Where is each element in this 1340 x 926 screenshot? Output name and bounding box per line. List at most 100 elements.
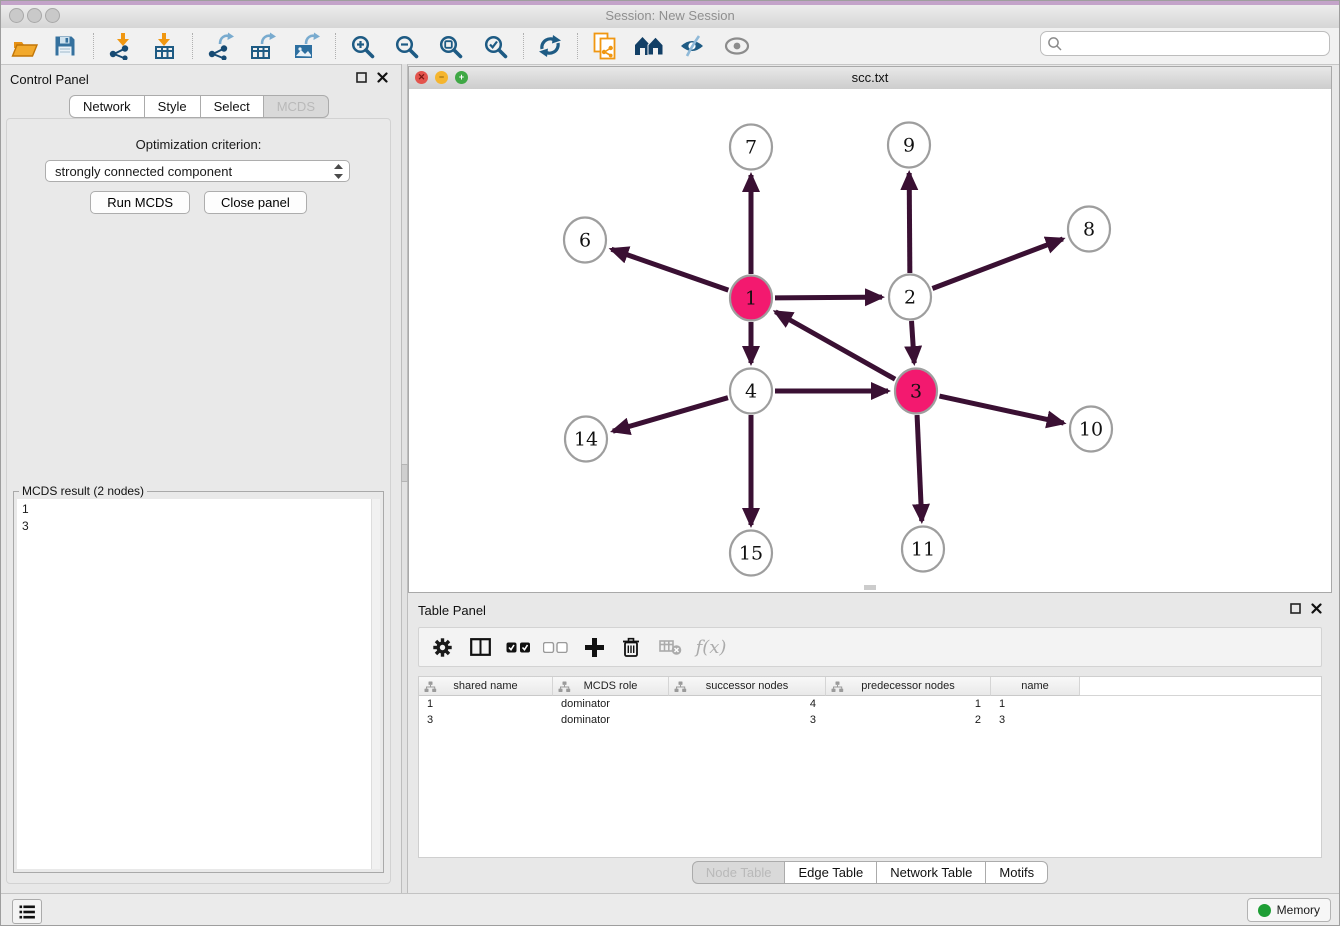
table-cell[interactable]: 2 <box>826 712 991 728</box>
zoom-selected-icon[interactable] <box>479 30 511 62</box>
table-cell[interactable]: 3 <box>419 712 553 728</box>
edge-2-3[interactable] <box>912 321 915 363</box>
export-image-icon[interactable] <box>291 30 323 62</box>
edge-4-14[interactable] <box>613 398 728 431</box>
tab-motifs[interactable]: Motifs <box>986 861 1048 884</box>
toolbar-separator <box>192 33 193 59</box>
node-label-9: 9 <box>903 135 915 157</box>
criterion-value: strongly connected component <box>55 164 334 179</box>
main-toolbar <box>0 28 1340 65</box>
table-cell[interactable]: 1 <box>991 696 1080 712</box>
table-row[interactable]: 3dominator323 <box>419 712 1321 728</box>
import-table-icon[interactable] <box>150 30 182 62</box>
node-table[interactable]: shared nameMCDS rolesuccessor nodesprede… <box>418 676 1322 858</box>
edge-3-11[interactable] <box>917 415 922 521</box>
delete-table-icon[interactable] <box>655 628 685 666</box>
network-canvas[interactable]: 1234678910111415 <box>409 89 1331 592</box>
column-header-name[interactable]: name <box>991 677 1080 696</box>
result-scrollbar[interactable] <box>371 499 380 869</box>
node-label-8: 8 <box>1083 219 1095 241</box>
table-toolbar: f(x) <box>418 627 1322 667</box>
tab-edge-table[interactable]: Edge Table <box>785 861 877 884</box>
criterion-dropdown[interactable]: strongly connected component <box>45 160 350 182</box>
settings-gear-icon[interactable] <box>427 628 457 666</box>
edge-3-1[interactable] <box>775 312 895 379</box>
edge-2-8[interactable] <box>932 239 1062 289</box>
table-cell[interactable]: 3 <box>991 712 1080 728</box>
zoom-out-icon[interactable] <box>390 30 422 62</box>
show-all-icon[interactable] <box>721 30 753 62</box>
edge-1-2[interactable] <box>775 297 882 298</box>
column-header-shared-name[interactable]: shared name <box>419 677 553 696</box>
memory-status-dot <box>1258 904 1271 917</box>
node-label-2: 2 <box>904 287 916 309</box>
close-panel-icon[interactable] <box>1311 603 1322 614</box>
node-label-3: 3 <box>910 381 922 403</box>
canvas-scrollbar-thumb[interactable] <box>864 585 876 590</box>
function-builder-icon[interactable]: f(x) <box>691 628 731 666</box>
run-mcds-button[interactable]: Run MCDS <box>90 191 190 214</box>
tab-network-table[interactable]: Network Table <box>877 861 986 884</box>
close-panel-button[interactable]: Close panel <box>204 191 307 214</box>
network-frame-titlebar[interactable]: ✕ − + scc.txt <box>409 67 1331 90</box>
edge-3-10[interactable] <box>939 396 1063 423</box>
search-field[interactable] <box>1040 31 1330 56</box>
mcds-result-list[interactable]: 1 3 <box>17 499 380 869</box>
table-cell[interactable]: 1 <box>826 696 991 712</box>
table-panel-title: Table Panel <box>418 603 486 618</box>
select-all-icon[interactable] <box>503 628 533 666</box>
mcds-panel: Optimization criterion: strongly connect… <box>6 118 391 884</box>
search-input[interactable] <box>1063 36 1329 52</box>
zoom-fit-icon[interactable] <box>434 30 466 62</box>
divider-handle[interactable] <box>401 464 408 482</box>
table-cell[interactable]: 3 <box>669 712 826 728</box>
home-icon[interactable] <box>633 30 665 62</box>
toolbar-separator <box>577 33 578 59</box>
table-header-row: shared nameMCDS rolesuccessor nodesprede… <box>419 677 1321 696</box>
edge-2-9[interactable] <box>909 173 910 273</box>
open-session-icon[interactable] <box>8 30 40 62</box>
close-panel-icon[interactable] <box>377 72 388 83</box>
column-header-MCDS-role[interactable]: MCDS role <box>553 677 669 696</box>
show-tasks-button[interactable] <box>12 899 42 924</box>
mcds-result-item: 1 <box>22 501 380 518</box>
chevron-up-down-icon <box>334 164 343 179</box>
split-pane-icon[interactable] <box>465 628 495 666</box>
delete-column-icon[interactable] <box>616 628 646 666</box>
float-panel-icon[interactable] <box>356 72 367 83</box>
table-cell[interactable]: dominator <box>553 696 669 712</box>
node-label-7: 7 <box>745 137 757 159</box>
optimization-criterion-label: Optimization criterion: <box>7 137 390 152</box>
control-panel-title: Control Panel <box>10 72 89 87</box>
memory-label: Memory <box>1277 903 1320 917</box>
memory-button[interactable]: Memory <box>1247 898 1331 922</box>
tab-mcds[interactable]: MCDS <box>264 95 329 118</box>
tab-node-table[interactable]: Node Table <box>692 861 786 884</box>
mcds-result-title: MCDS result (2 nodes) <box>19 484 147 498</box>
import-network-icon[interactable] <box>106 30 138 62</box>
edge-1-6[interactable] <box>611 249 728 290</box>
table-cell[interactable]: 4 <box>669 696 826 712</box>
search-icon <box>1047 36 1063 52</box>
deselect-all-icon[interactable] <box>540 628 570 666</box>
tab-select[interactable]: Select <box>201 95 264 118</box>
column-header-successor-nodes[interactable]: successor nodes <box>669 677 826 696</box>
new-network-from-selection-icon[interactable] <box>589 30 621 62</box>
tab-style[interactable]: Style <box>145 95 201 118</box>
node-label-11: 11 <box>911 539 935 561</box>
hide-selected-icon[interactable] <box>676 30 708 62</box>
table-body: 1dominator4113dominator323 <box>419 696 1321 728</box>
table-cell[interactable]: 1 <box>419 696 553 712</box>
export-table-icon[interactable] <box>247 30 279 62</box>
column-header-predecessor-nodes[interactable]: predecessor nodes <box>826 677 991 696</box>
tab-network[interactable]: Network <box>69 95 145 118</box>
panel-split-divider[interactable] <box>401 64 408 893</box>
zoom-in-icon[interactable] <box>346 30 378 62</box>
float-panel-icon[interactable] <box>1290 603 1301 614</box>
save-session-icon[interactable] <box>49 30 81 62</box>
table-row[interactable]: 1dominator411 <box>419 696 1321 712</box>
table-cell[interactable]: dominator <box>553 712 669 728</box>
apply-layout-icon[interactable] <box>534 30 566 62</box>
add-column-icon[interactable] <box>579 628 609 666</box>
export-network-icon[interactable] <box>205 30 237 62</box>
